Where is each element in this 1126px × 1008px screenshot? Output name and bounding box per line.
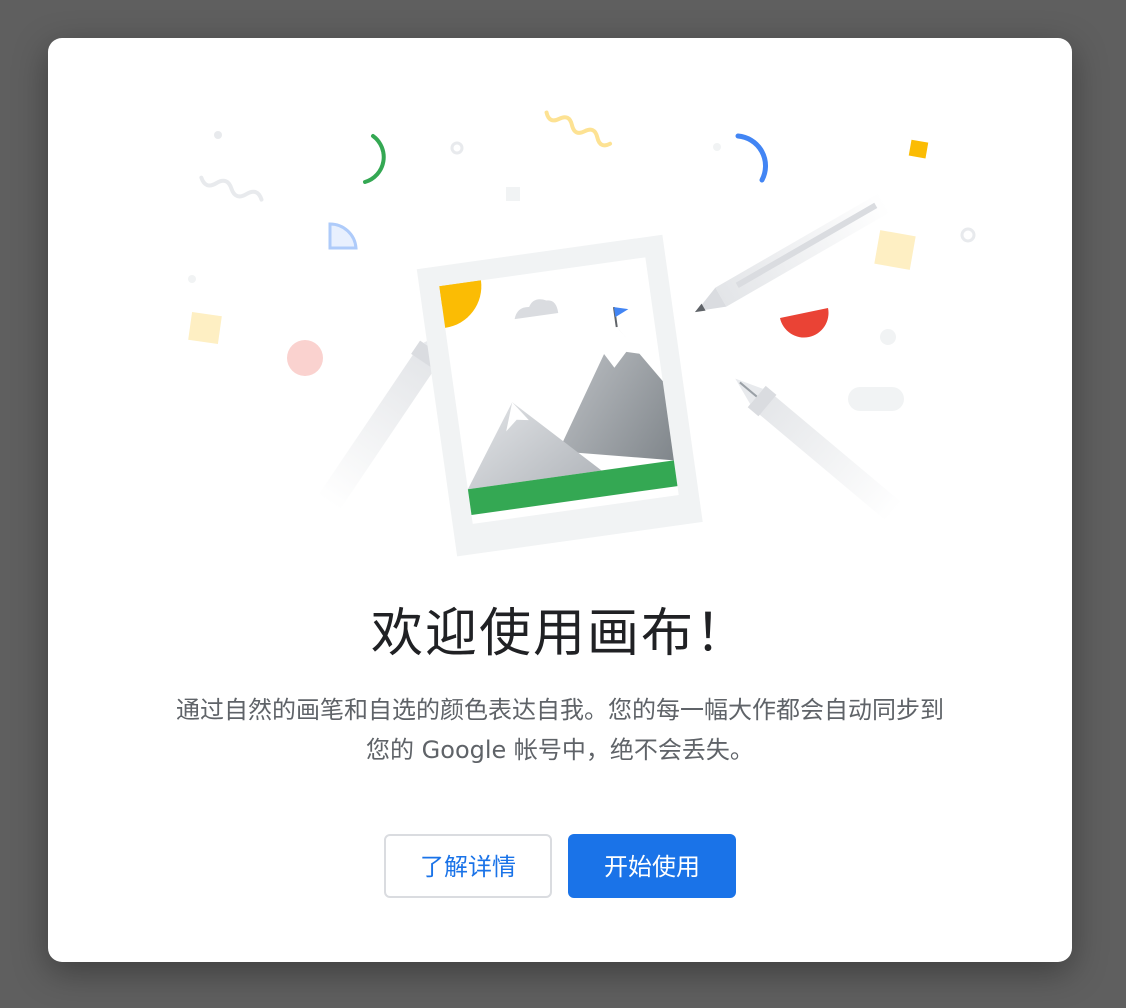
dialog-description: 通过自然的画笔和自选的颜色表达自我。您的每一幅大作都会自动同步到 您的 Goog…: [140, 690, 980, 770]
dialog-title: 欢迎使用画布！: [370, 604, 749, 664]
description-line-1: 通过自然的画笔和自选的颜色表达自我。您的每一幅大作都会自动同步到: [176, 696, 944, 724]
canvas-picture-icon: [416, 234, 703, 557]
welcome-illustration: [188, 110, 976, 557]
get-started-button[interactable]: 开始使用: [568, 834, 736, 898]
description-line-2: 您的 Google 帐号中，绝不会丢失。: [366, 736, 754, 764]
pencil-icon: [694, 192, 891, 313]
welcome-dialog: 欢迎使用画布！ 通过自然的画笔和自选的颜色表达自我。您的每一幅大作都会自动同步到…: [48, 38, 1072, 962]
learn-more-button[interactable]: 了解详情: [384, 834, 552, 898]
